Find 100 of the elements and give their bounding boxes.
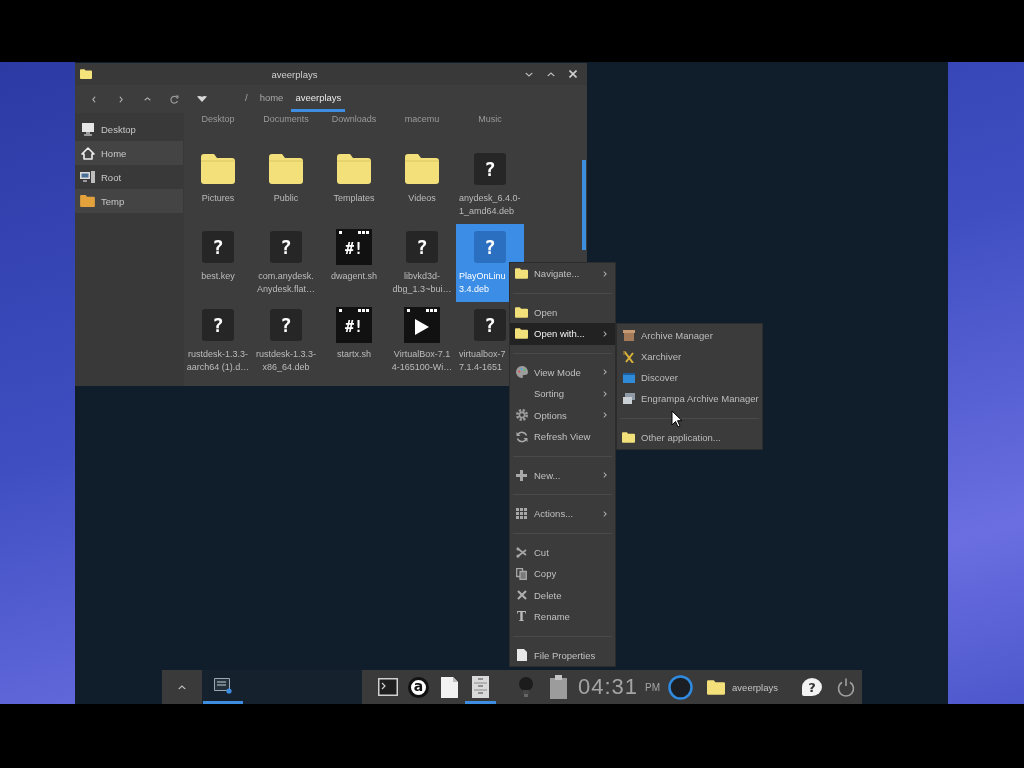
chevron-up-icon [144, 97, 151, 101]
grid-icon [516, 508, 527, 520]
mouse-pointer-icon [671, 410, 683, 428]
folder-icon [515, 306, 528, 318]
menu-item[interactable]: Sorting [510, 383, 615, 405]
unknown-file-icon: ? [202, 231, 234, 263]
document-icon [441, 676, 458, 698]
app-window-icon [622, 372, 635, 383]
menu-item[interactable]: Engrampa Archive Manager [617, 388, 762, 409]
menu-item[interactable]: Archive Manager [617, 325, 762, 346]
menu-item[interactable]: Delete [510, 584, 615, 606]
power-icon [837, 677, 855, 697]
home-icon [80, 146, 95, 160]
menu-item[interactable]: Other application... [617, 427, 762, 448]
file-item[interactable]: ? rustdesk-1.3.3- x86_64.deb [252, 302, 320, 380]
file-item[interactable]: Desktop [184, 113, 252, 126]
folder-icon [707, 679, 726, 695]
file-item[interactable]: Public [252, 146, 320, 224]
menu-item[interactable]: Copy [510, 563, 615, 585]
terminal-icon [377, 678, 398, 696]
delete-icon [516, 590, 527, 601]
path-segment[interactable]: / [241, 86, 252, 112]
monitor-icon [80, 122, 95, 136]
unknown-file-icon: ? [202, 309, 234, 341]
window-thumbnail-icon [214, 677, 232, 694]
caret-down-icon [196, 96, 207, 102]
menu-item[interactable]: New... [510, 464, 615, 486]
menu-item[interactable]: Options [510, 404, 615, 426]
chevron-left-icon [91, 95, 96, 103]
box-icon [622, 330, 635, 341]
refresh-icon [515, 430, 528, 443]
text-tool-icon: T [517, 610, 526, 623]
folder-icon [515, 268, 528, 280]
ring-icon [668, 674, 694, 700]
script-file-icon: #! [336, 229, 372, 265]
menu-item[interactable]: Xarchiver [617, 346, 762, 367]
help-icon[interactable]: ? [802, 678, 822, 696]
folder-icon [269, 154, 303, 184]
folder-icon [80, 69, 92, 79]
script-file-icon: #! [336, 307, 372, 343]
menu-item[interactable]: Cut [510, 541, 615, 563]
file-item[interactable]: ? libvkd3d- dbg_1.3~bui… [388, 224, 456, 302]
file-item[interactable]: Templates [320, 146, 388, 224]
launcher-button[interactable]: a [403, 670, 434, 704]
chevron-down-icon [525, 71, 533, 77]
chevron-right-icon [118, 95, 123, 103]
folder-icon [515, 328, 528, 340]
file-item[interactable]: ? best.key [184, 224, 252, 302]
unknown-file-icon: ? [474, 231, 506, 263]
menu-item[interactable]: Open with... [510, 323, 615, 345]
folder-button[interactable]: aveerplays [707, 679, 778, 695]
scissors-icon [516, 546, 527, 558]
sidebar-item[interactable]: Temp [75, 189, 183, 213]
unknown-file-icon: ? [406, 231, 438, 263]
menu-item[interactable]: Discover [617, 367, 762, 388]
power-button[interactable] [837, 677, 855, 697]
computer-icon [80, 171, 95, 183]
folder-icon [80, 195, 95, 207]
file-item[interactable]: Videos [388, 146, 456, 224]
archive-drive-icon [622, 393, 635, 404]
palette-icon [515, 366, 528, 379]
file-item[interactable]: Downloads [320, 113, 388, 126]
chevron-up-icon [178, 684, 186, 690]
file-item[interactable]: #! dwagent.sh [320, 224, 388, 302]
file-item[interactable]: Pictures [184, 146, 252, 224]
menu-item[interactable]: T Rename [510, 606, 615, 628]
window-title: aveerplays [270, 68, 319, 80]
file-item[interactable]: #! startx.sh [320, 302, 388, 380]
copy-icon [516, 567, 527, 580]
file-item[interactable]: Documents [252, 113, 320, 126]
file-cabinet-icon [472, 676, 489, 698]
clipboard-icon [550, 675, 567, 699]
play-file-icon [404, 307, 440, 343]
refresh-icon [170, 94, 179, 104]
letter-logo-icon: a [408, 676, 429, 698]
file-item[interactable]: Music [456, 113, 524, 126]
document-icon [516, 649, 527, 662]
unknown-file-icon: ? [270, 309, 302, 341]
sidebar-item[interactable]: Desktop [75, 117, 183, 141]
file-item[interactable]: macemu [388, 113, 456, 126]
file-item[interactable]: ? rustdesk-1.3.3- aarch64 (1).d… [184, 302, 252, 380]
gear-icon [515, 409, 528, 422]
folder-icon [337, 154, 371, 184]
file-item[interactable]: VirtualBox-7.1 4-165100-Wi… [388, 302, 456, 380]
file-item[interactable]: ? anydesk_6.4.0- 1_amd64.deb [456, 146, 524, 224]
menu-item[interactable]: Actions... [510, 503, 615, 525]
file-item[interactable]: ? com.anydesk. Anydesk.flat… [252, 224, 320, 302]
menu-item[interactable]: Refresh View [510, 426, 615, 448]
sidebar-item[interactable]: Root [75, 165, 183, 189]
path-segment[interactable]: aveerplays [291, 86, 346, 112]
plus-icon [516, 469, 527, 481]
crossed-tools-icon [623, 350, 634, 363]
path-segment[interactable]: home [255, 86, 288, 112]
scrollbar-thumb[interactable] [582, 160, 586, 250]
sidebar-item[interactable]: Home [75, 141, 183, 165]
bulb-icon [518, 677, 534, 697]
chevron-up-icon [547, 71, 555, 77]
folder-icon [622, 432, 635, 443]
unknown-file-icon: ? [474, 153, 506, 185]
menu-item[interactable]: File Properties [510, 644, 615, 666]
